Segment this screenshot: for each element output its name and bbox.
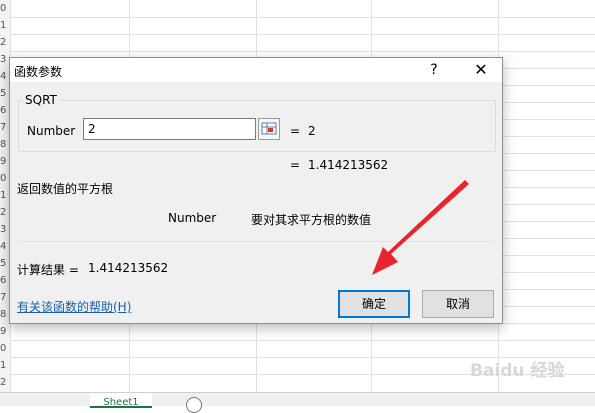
argument-description-text: 要对其求平方根的数值	[251, 213, 372, 227]
row-number: 0	[0, 343, 7, 354]
baidu-watermark: Baidu 经验	[470, 360, 565, 381]
dialog-title: 函数参数	[14, 65, 63, 79]
add-sheet-icon[interactable]	[186, 397, 202, 413]
watermark-text: Baidu 经验	[470, 360, 565, 381]
function-description: 返回数值的平方根	[17, 182, 114, 196]
row-number: 1	[0, 360, 7, 371]
formula-preview-value: 1.414213562	[308, 158, 389, 172]
grid-line	[10, 340, 595, 341]
argument-description-name: Number	[168, 211, 217, 225]
function-arguments-dialog: 函数参数 ? ✕ SQRT Number = 2 = 1.414213562 返…	[9, 57, 503, 324]
grid-line	[10, 51, 595, 52]
sheet-tab[interactable]: Sheet1	[90, 393, 152, 408]
row-number: 2	[0, 37, 7, 48]
formula-preview-equals: =	[290, 158, 301, 172]
row-number: 2	[0, 377, 7, 388]
row-number: 1	[0, 20, 7, 31]
range-select-icon	[261, 122, 277, 135]
help-button[interactable]: ?	[424, 60, 444, 80]
grid-line	[10, 17, 595, 18]
cancel-button[interactable]: 取消	[422, 290, 494, 318]
close-icon[interactable]: ✕	[470, 60, 492, 80]
sheet-tab-bar: Sheet1	[0, 392, 595, 413]
argument-label: Number	[27, 124, 76, 138]
divider	[17, 241, 495, 242]
grid-line	[10, 34, 595, 35]
result-value: 1.414213562	[88, 261, 169, 275]
ok-button[interactable]: 确定	[338, 290, 410, 318]
function-name: SQRT	[23, 93, 59, 107]
argument-evaluated-value: 2	[308, 124, 316, 138]
number-argument-input[interactable]	[83, 118, 256, 140]
dialog-titlebar[interactable]: 函数参数 ? ✕	[10, 58, 502, 82]
row-number: 9	[0, 326, 7, 337]
collapse-dialog-button[interactable]	[258, 118, 280, 140]
row-number: 0	[0, 3, 7, 14]
function-help-link[interactable]: 有关该函数的帮助(H)	[17, 298, 131, 315]
result-label: 计算结果 =	[17, 263, 79, 277]
argument-equals: =	[290, 124, 301, 138]
